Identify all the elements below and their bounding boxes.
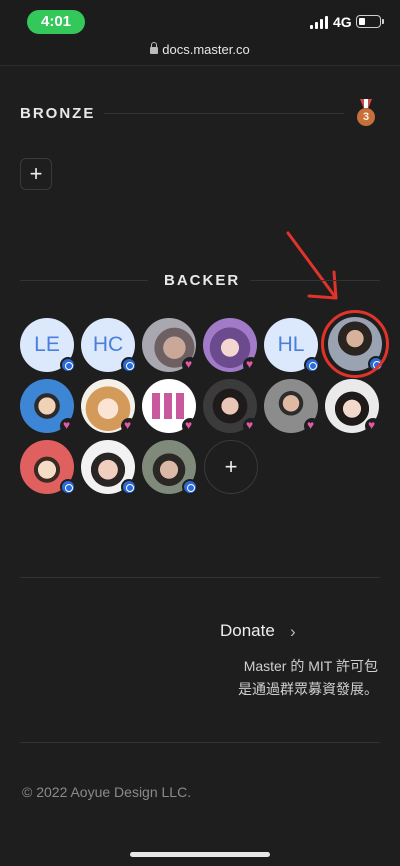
backer-avatar[interactable] bbox=[20, 440, 76, 495]
backer-avatar[interactable] bbox=[142, 379, 198, 434]
badge-icon bbox=[182, 418, 198, 434]
badge-icon bbox=[121, 418, 137, 434]
backer-avatar[interactable] bbox=[264, 379, 320, 434]
bronze-divider bbox=[104, 113, 344, 114]
backer-avatar[interactable] bbox=[81, 379, 137, 434]
badge-icon bbox=[365, 418, 381, 434]
backer-divider-left bbox=[20, 280, 148, 281]
footer-divider-top bbox=[20, 577, 380, 578]
backer-avatar[interactable] bbox=[325, 379, 381, 434]
browser-status-bar: 4:01 4G docs.master.co bbox=[0, 0, 400, 66]
bronze-medal-icon: 3 bbox=[356, 99, 376, 127]
backer-divider-right bbox=[250, 280, 380, 281]
url-text: docs.master.co bbox=[162, 42, 250, 57]
badge-icon bbox=[121, 479, 137, 495]
chevron-right-icon[interactable]: › bbox=[290, 622, 296, 642]
badge-icon bbox=[243, 357, 259, 373]
donate-link[interactable]: Donate bbox=[220, 621, 275, 641]
add-backer-button[interactable]: + bbox=[204, 440, 258, 494]
highlight-circle bbox=[321, 310, 389, 378]
badge-icon bbox=[243, 418, 259, 434]
address-bar[interactable]: docs.master.co bbox=[0, 42, 400, 57]
badge-icon bbox=[304, 357, 320, 373]
badge-icon bbox=[121, 357, 137, 373]
backer-avatar[interactable] bbox=[203, 318, 259, 373]
badge-icon bbox=[60, 418, 76, 434]
backer-avatar[interactable] bbox=[142, 318, 198, 373]
license-text: Master 的 MIT 許可包 是通過群眾募資發展。 bbox=[238, 658, 378, 697]
add-bronze-sponsor-button[interactable]: + bbox=[20, 158, 52, 190]
cellular-signal-icon bbox=[310, 16, 328, 29]
badge-icon bbox=[60, 479, 76, 495]
battery-icon bbox=[356, 15, 384, 28]
backer-avatar[interactable] bbox=[81, 440, 137, 495]
bronze-heading: BRONZE bbox=[20, 105, 96, 122]
backer-avatar[interactable] bbox=[20, 379, 76, 434]
badge-icon bbox=[182, 479, 198, 495]
badge-icon bbox=[60, 357, 76, 373]
status-time: 4:01 bbox=[27, 10, 85, 34]
badge-icon bbox=[182, 357, 198, 373]
home-indicator[interactable] bbox=[130, 852, 270, 857]
lock-icon bbox=[150, 42, 159, 54]
backer-avatar[interactable]: HC bbox=[81, 318, 137, 373]
footer-divider-bottom bbox=[20, 742, 380, 743]
backer-heading: BACKER bbox=[164, 272, 241, 289]
backer-avatar[interactable] bbox=[142, 440, 198, 495]
backer-avatar[interactable] bbox=[203, 379, 259, 434]
network-type: 4G bbox=[333, 14, 352, 30]
annotation-arrow-icon bbox=[286, 231, 338, 300]
backer-avatar[interactable]: LE bbox=[20, 318, 76, 373]
backer-avatar[interactable]: HL bbox=[264, 318, 320, 373]
badge-icon bbox=[304, 418, 320, 434]
copyright-text: © 2022 Aoyue Design LLC. bbox=[22, 784, 192, 800]
